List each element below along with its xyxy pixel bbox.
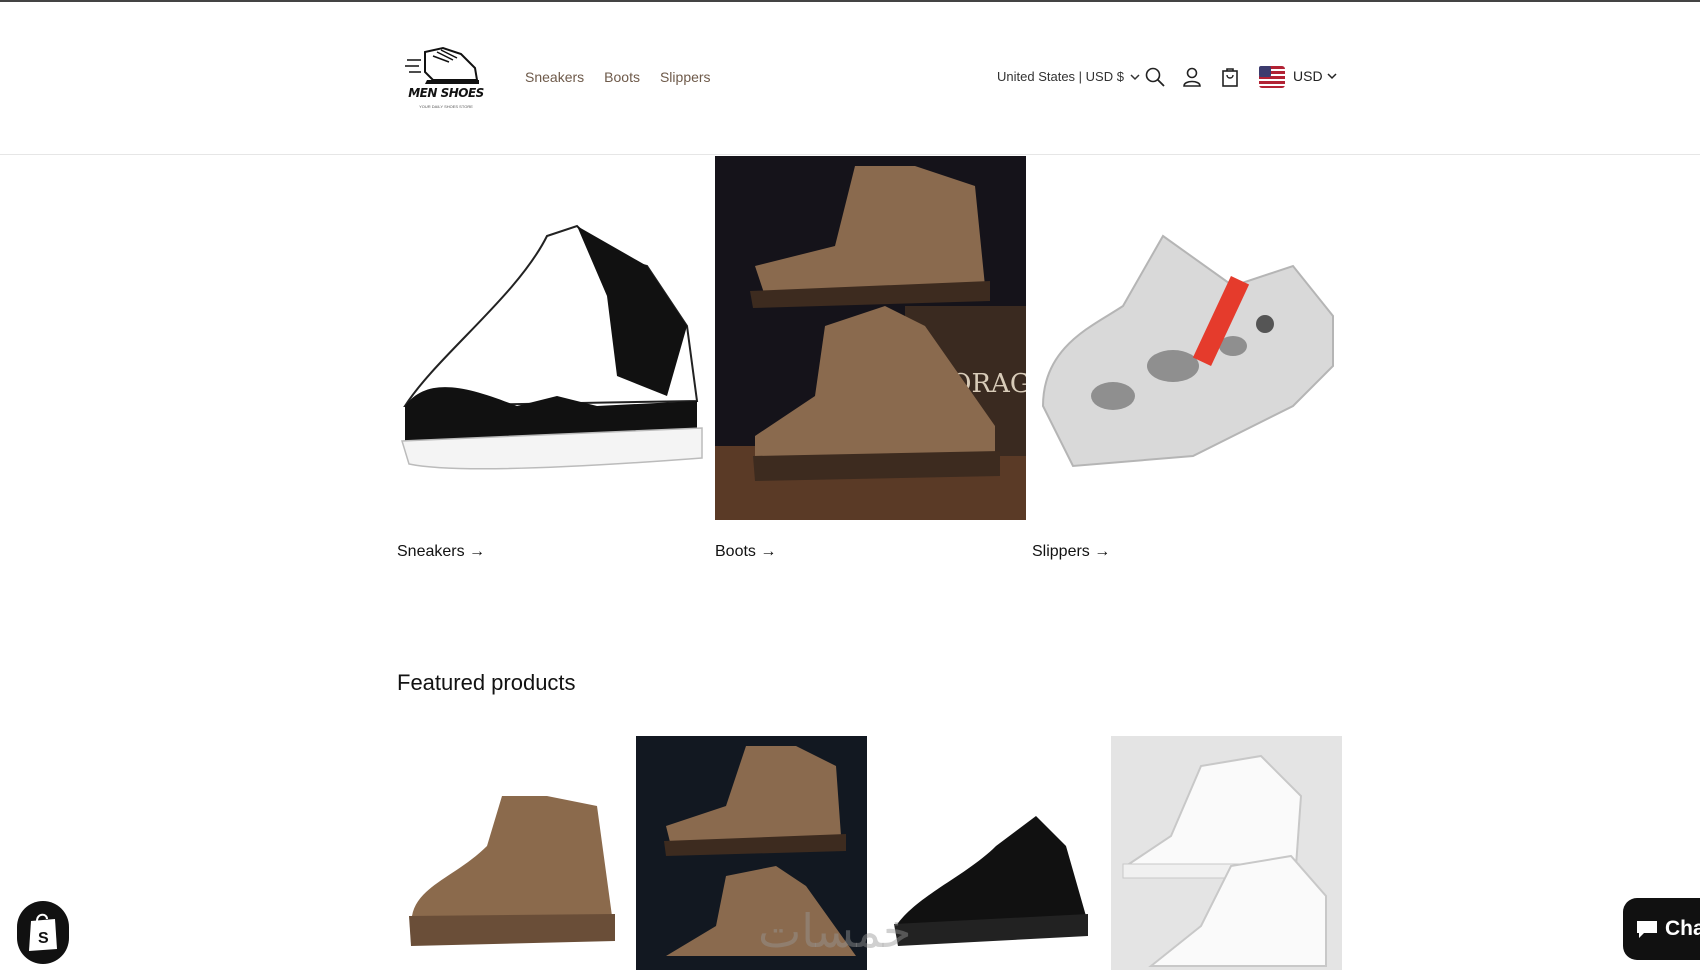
currency-selector[interactable]: USD <box>1293 68 1337 84</box>
shopify-bag-icon: S <box>29 913 57 951</box>
search-icon[interactable] <box>1144 66 1166 88</box>
product-card-4[interactable] <box>1111 736 1342 970</box>
sneaker-image <box>401 224 703 470</box>
brown-boot-image <box>409 796 615 946</box>
brand-logo[interactable]: MEN SHOES YOUR DAILY SHOES STORE <box>403 42 489 118</box>
chevron-down-icon <box>1130 73 1140 80</box>
shopify-badge[interactable]: S <box>17 901 69 964</box>
site-header: MEN SHOES YOUR DAILY SHOES STORE Sneaker… <box>0 2 1700 155</box>
collection-link-boots[interactable]: Boots → <box>715 543 776 561</box>
currency-label: USD <box>1293 68 1323 84</box>
watermark: خمسات <box>758 904 912 958</box>
account-icon[interactable] <box>1181 66 1203 88</box>
slipper-image <box>1041 234 1334 468</box>
chat-bubble-icon <box>1637 921 1657 938</box>
chat-button[interactable]: Cha <box>1623 898 1700 960</box>
svg-text:S: S <box>38 930 49 947</box>
country-selector-label: United States | USD $ <box>997 69 1124 84</box>
nav-link-boots[interactable]: Boots <box>604 69 640 85</box>
us-flag-icon[interactable] <box>1259 66 1285 88</box>
country-selector[interactable]: United States | USD $ <box>997 69 1140 84</box>
logo-text: MEN SHOES <box>408 86 484 100</box>
collection-link-slippers[interactable]: Slippers → <box>1032 543 1110 561</box>
collection-link-sneakers[interactable]: Sneakers → <box>397 543 485 561</box>
white-sneakers-image <box>1122 754 1327 967</box>
nav-link-slippers[interactable]: Slippers <box>660 69 711 85</box>
main-nav: Sneakers Boots Slippers <box>525 69 711 85</box>
collection-image-boots[interactable]: STORAGE <box>715 156 1026 520</box>
cart-icon[interactable] <box>1219 66 1241 88</box>
chevron-down-icon <box>1327 73 1337 80</box>
product-card-1[interactable] <box>397 736 628 970</box>
boots-image: STORAGE <box>715 166 1026 520</box>
logo-tagline: YOUR DAILY SHOES STORE <box>419 104 473 109</box>
shoe-logo-icon <box>405 46 479 84</box>
collection-image-slippers[interactable] <box>1033 156 1344 520</box>
featured-products-heading: Featured products <box>397 670 576 695</box>
nav-link-sneakers[interactable]: Sneakers <box>525 69 584 85</box>
chat-button-label: Cha <box>1665 917 1700 940</box>
collection-image-sneakers[interactable] <box>397 156 708 520</box>
